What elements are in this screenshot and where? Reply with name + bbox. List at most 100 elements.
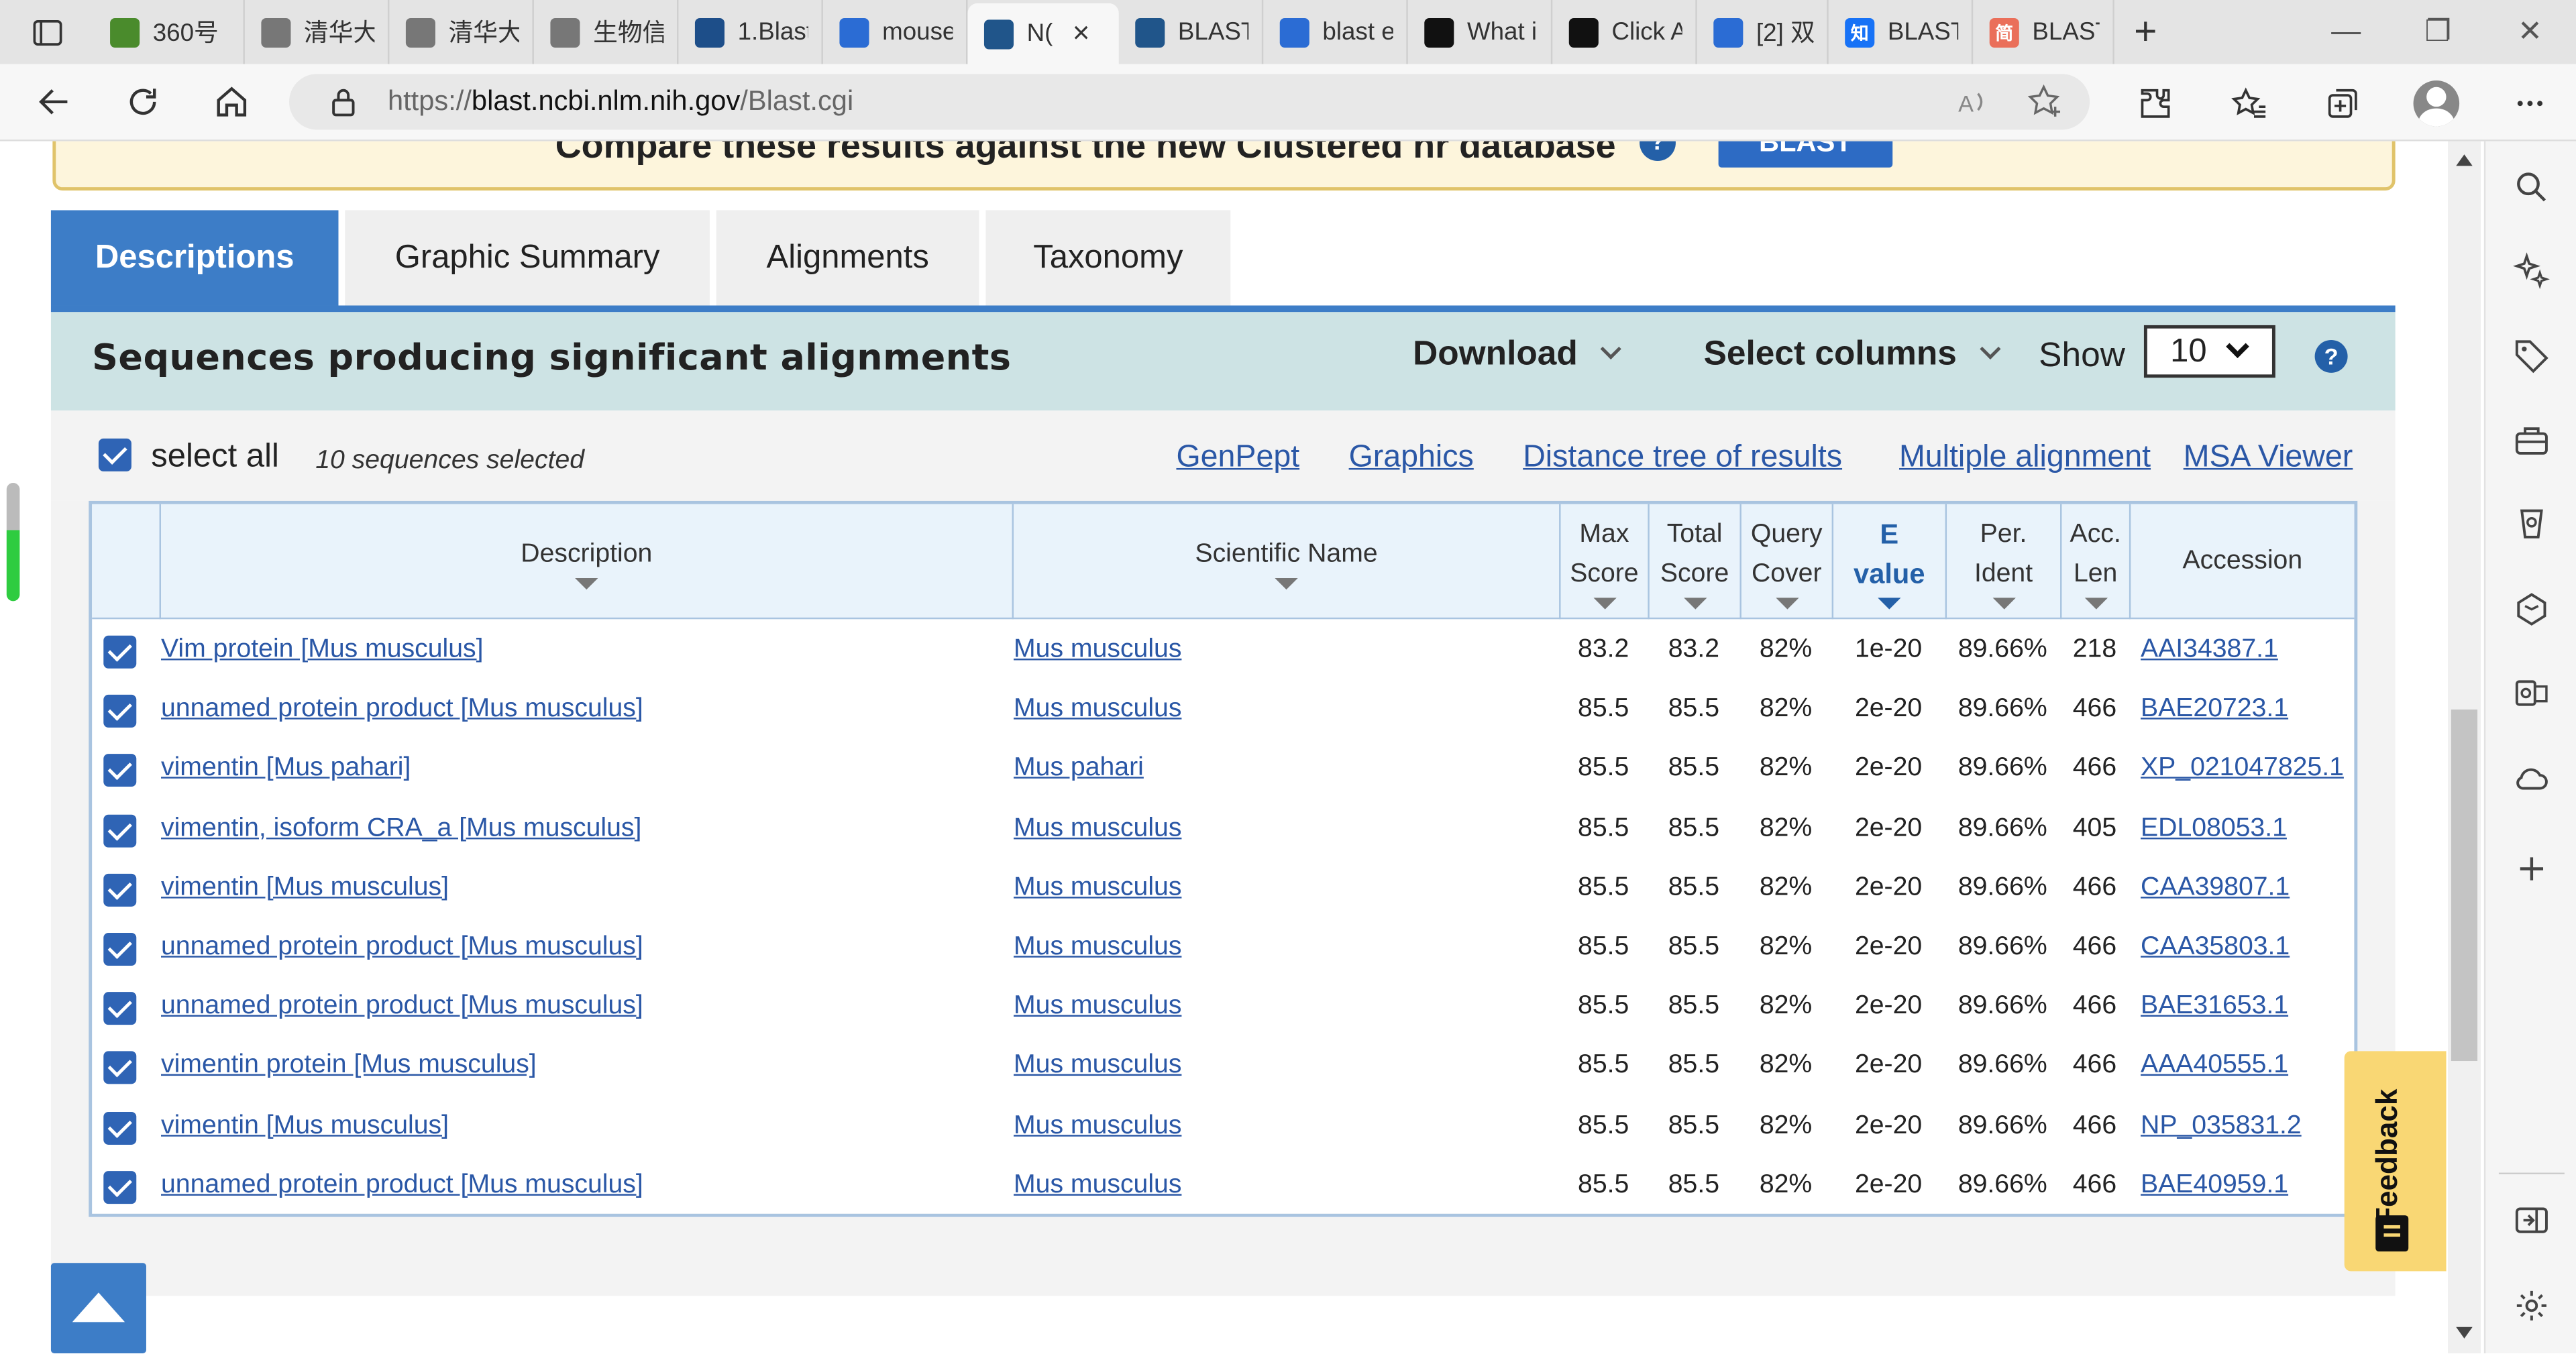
select-columns-label[interactable]: Select columns — [1704, 335, 1957, 373]
col-acc-len-label[interactable]: Acc. — [2070, 515, 2121, 555]
cell-scientific-name[interactable]: Mus musculus — [1014, 1052, 1181, 1081]
col-evalue-label-2[interactable]: value — [1854, 555, 1925, 594]
cell-description[interactable]: unnamed protein product [Mus musculus] — [161, 993, 643, 1022]
cell-description[interactable]: unnamed protein product [Mus musculus] — [161, 695, 643, 724]
col-query-cover[interactable]: Query Cover — [1739, 504, 1831, 620]
row-checkbox[interactable] — [103, 873, 137, 907]
col-acc-len-label-2[interactable]: Len — [2074, 555, 2117, 594]
tab-graphic-summary[interactable]: Graphic Summary — [345, 210, 710, 306]
cell-accession[interactable]: EDL08053.1 — [2141, 814, 2287, 844]
sort-icon[interactable] — [2084, 597, 2107, 609]
sort-icon[interactable] — [1775, 597, 1799, 609]
more-menu-icon[interactable] — [2482, 84, 2576, 121]
cell-accession[interactable]: BAE20723.1 — [2141, 695, 2288, 724]
refresh-icon[interactable] — [99, 63, 187, 140]
row-checkbox[interactable] — [103, 992, 137, 1025]
browser-tab-label[interactable]: What i — [1467, 18, 1537, 46]
browser-tab[interactable]: #111111 Click A — [1552, 0, 1697, 64]
cell-accession[interactable]: CAA39807.1 — [2141, 873, 2290, 903]
show-count-value[interactable]: 10 — [2170, 333, 2206, 370]
col-e-value[interactable]: Evalue — [1831, 504, 1945, 620]
cell-accession[interactable]: AAA40555.1 — [2141, 1052, 2288, 1081]
browser-tab[interactable]: 知 BLAST — [1829, 0, 1974, 64]
home-icon[interactable] — [187, 63, 276, 140]
browser-tab[interactable]: #20558a BLAST — [1119, 0, 1264, 64]
browser-tab-label[interactable]: N( — [1027, 19, 1053, 48]
col-per-ident-label-2[interactable]: Ident — [1974, 555, 2033, 594]
browser-tab-label[interactable]: 生物信 — [593, 15, 663, 49]
tab-descriptions[interactable]: Descriptions — [50, 210, 339, 306]
multiple-alignment-link[interactable]: Multiple alignment — [1899, 440, 2151, 476]
col-evalue-label[interactable]: E — [1880, 515, 1898, 555]
browser-tab-label[interactable]: BLAST — [2032, 18, 2099, 46]
col-per-ident-label[interactable]: Per. — [1980, 515, 2027, 555]
collections-icon[interactable] — [2295, 84, 2389, 121]
browser-tab-label[interactable]: Click A — [1611, 18, 1682, 46]
col-accession-label[interactable]: Accession — [2183, 542, 2303, 581]
browser-tab[interactable]: #2b6cd4 blast e — [1263, 0, 1408, 64]
cell-description[interactable]: vimentin [Mus pahari] — [161, 754, 411, 784]
col-max-score[interactable]: Max Score — [1559, 504, 1648, 620]
browser-tab-label[interactable]: 清华大 — [449, 15, 519, 49]
browser-tab[interactable]: #20558a N(× — [967, 3, 1119, 64]
tab-actions-icon[interactable] — [0, 0, 94, 64]
sort-icon[interactable] — [1878, 597, 1901, 609]
browser-tab[interactable]: #1d4e89 1.Blast — [678, 0, 823, 64]
cell-description[interactable]: unnamed protein product [Mus musculus] — [161, 933, 643, 962]
page-scrollbar[interactable] — [2447, 141, 2481, 1353]
add-favorite-icon[interactable] — [2027, 84, 2063, 120]
cell-accession[interactable]: BAE40959.1 — [2141, 1171, 2288, 1200]
col-total-score[interactable]: Total Score — [1648, 504, 1739, 620]
row-checkbox[interactable] — [103, 933, 137, 966]
cell-scientific-name[interactable]: Mus musculus — [1014, 993, 1181, 1022]
browser-tab[interactable]: #777777 清华大 — [389, 0, 534, 64]
cell-accession[interactable]: BAE31653.1 — [2141, 993, 2288, 1022]
extensions-icon[interactable] — [2108, 84, 2202, 121]
browser-tab-label[interactable]: 1.Blast — [738, 18, 808, 46]
restore-button[interactable]: ❐ — [2392, 0, 2484, 64]
browser-tab-label[interactable]: [2] 双序 — [1756, 15, 1814, 49]
select-all-label[interactable]: select all — [151, 439, 279, 476]
browser-tab-label[interactable]: mouse — [882, 18, 953, 46]
browser-tab-label[interactable]: BLAST — [1888, 18, 1958, 46]
scroll-down-arrow[interactable] — [2456, 1327, 2473, 1339]
row-checkbox[interactable] — [103, 635, 137, 669]
cell-scientific-name[interactable]: Mus musculus — [1014, 933, 1181, 962]
cell-scientific-name[interactable]: Mus musculus — [1014, 1171, 1181, 1200]
sort-icon[interactable] — [575, 577, 598, 589]
microsoft-365-icon[interactable] — [2512, 589, 2551, 629]
row-checkbox[interactable] — [103, 1170, 137, 1204]
tag-icon[interactable] — [2512, 335, 2551, 375]
row-checkbox[interactable] — [103, 754, 137, 788]
browser-tab[interactable]: #4a8b2c 360号 — [94, 0, 245, 64]
minimize-button[interactable]: — — [2300, 0, 2392, 64]
sort-icon[interactable] — [1992, 597, 2015, 609]
banner-blast-button[interactable]: BLAST — [1718, 141, 1893, 168]
cloud-icon[interactable] — [2512, 758, 2551, 798]
browser-tab[interactable]: 简 BLAST — [1973, 0, 2114, 64]
sort-icon[interactable] — [1682, 597, 1707, 609]
cell-description[interactable]: vimentin [Mus musculus] — [161, 873, 449, 903]
cell-scientific-name[interactable]: Mus musculus — [1014, 873, 1181, 903]
tab-taxonomy[interactable]: Taxonomy — [985, 210, 1231, 306]
col-accession[interactable]: Accession — [2129, 504, 2355, 620]
cell-accession[interactable]: XP_021047825.1 — [2141, 754, 2344, 784]
cell-scientific-name[interactable]: Mus musculus — [1014, 1111, 1181, 1141]
profile-avatar[interactable] — [2389, 79, 2483, 126]
read-aloud-icon[interactable]: A — [1955, 84, 1991, 120]
col-per-ident[interactable]: Per. Ident — [1945, 504, 2060, 620]
download-menu[interactable]: Download — [1413, 335, 1622, 375]
help-icon[interactable]: ? — [2314, 339, 2348, 373]
address-bar[interactable]: https://blast.ncbi.nlm.nih.gov/Blast.cgi… — [289, 74, 2090, 130]
browser-tab-label[interactable]: BLAST — [1178, 18, 1248, 46]
url-text[interactable]: https://blast.ncbi.nlm.nih.gov/Blast.cgi — [388, 85, 853, 118]
browser-tab-label[interactable]: 清华大 — [304, 15, 374, 49]
new-tab-button[interactable]: + — [2114, 0, 2177, 64]
select-columns-menu[interactable]: Select columns — [1704, 335, 2001, 375]
download-label[interactable]: Download — [1413, 335, 1578, 373]
select-all-checkbox[interactable] — [98, 438, 131, 471]
col-total-score-label[interactable]: Total — [1667, 515, 1723, 555]
cell-scientific-name[interactable]: Mus pahari — [1014, 754, 1144, 784]
browser-tab[interactable]: #2b6cd4 mouse — [823, 0, 968, 64]
chevron-down-icon[interactable] — [1980, 338, 2001, 359]
